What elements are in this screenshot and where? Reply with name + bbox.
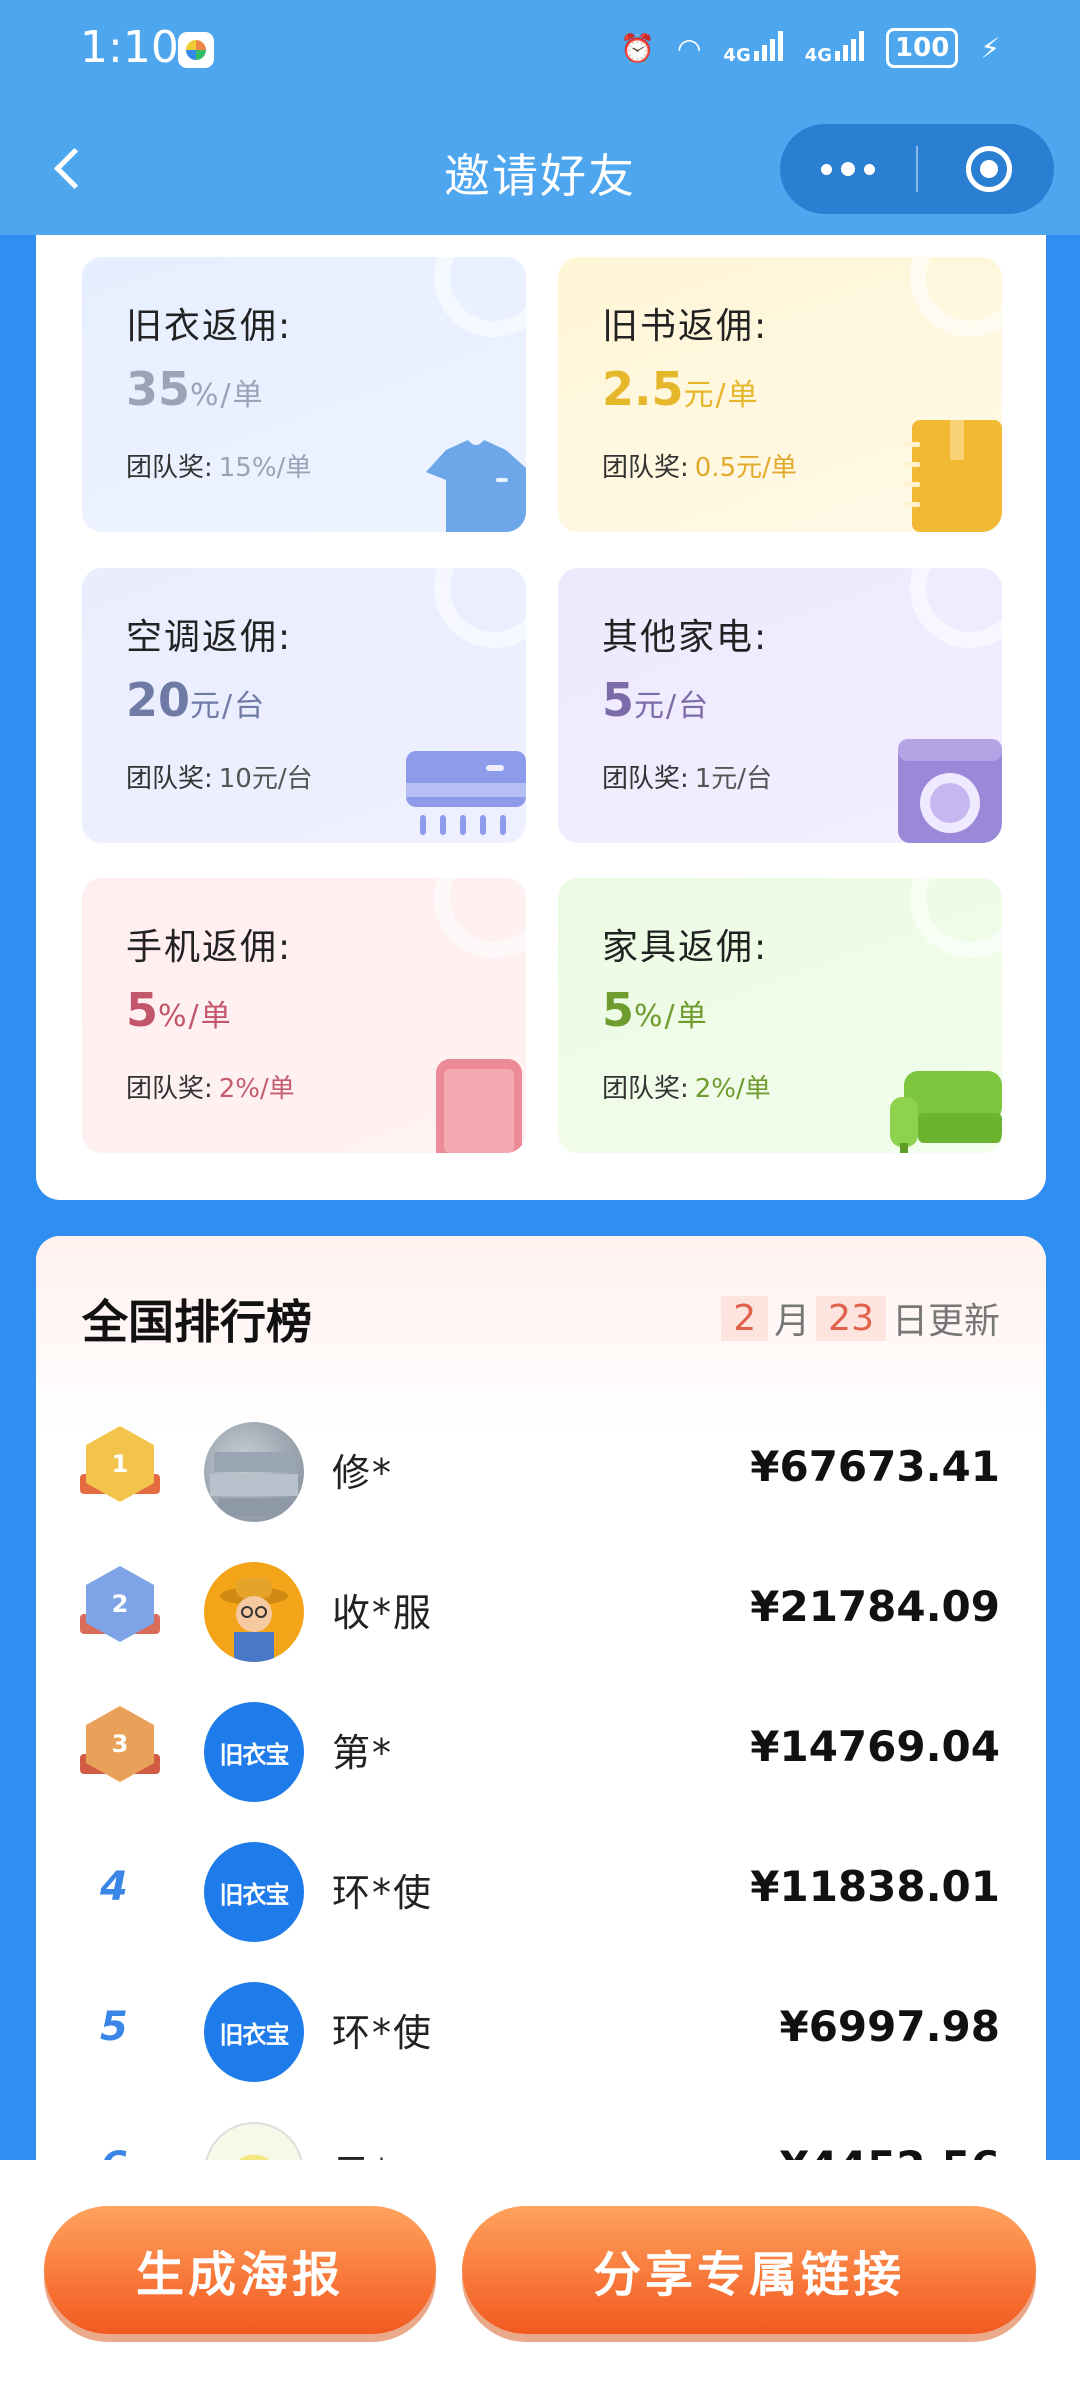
earning-amount: ¥21784.09 [750, 1582, 1000, 1631]
earning-amount: ¥67673.41 [750, 1442, 1000, 1491]
tile-rate: 5%/单 [602, 983, 709, 1037]
tile-label: 旧书返佣: [602, 306, 769, 347]
ranking-row: 4 旧衣宝 环*使 ¥11838.01 [36, 1822, 1046, 1962]
status-icons: ⏰ ◠ 4G 4G 100 ⚡ [620, 28, 1000, 68]
tile-team-bonus: 团队奖: 2%/单 [126, 1074, 295, 1104]
earning-amount: ¥6997.98 [779, 2002, 1000, 2051]
tile-rate: 35%/单 [126, 362, 265, 416]
tile-team-bonus: 团队奖: 15%/单 [126, 453, 312, 483]
charging-icon: ⚡ [980, 31, 1000, 65]
commission-tile-clothes: 旧衣返佣: 35%/单 团队奖: 15%/单 [82, 257, 526, 532]
earning-amount: ¥14769.04 [750, 1722, 1000, 1771]
decor-ring [434, 878, 526, 958]
tshirt-icon [426, 440, 526, 532]
capsule-divider [916, 146, 918, 192]
close-target-icon[interactable] [966, 146, 1012, 192]
tile-team-bonus: 团队奖: 1元/台 [602, 764, 773, 794]
tile-rate: 20元/台 [126, 673, 267, 727]
update-date: 2 月 23 日更新 [715, 1292, 1000, 1344]
tile-label: 手机返佣: [126, 927, 293, 968]
user-name: 收*服 [332, 1591, 434, 1635]
air-conditioner-icon [406, 751, 526, 835]
battery-indicator: 100 [886, 28, 959, 68]
tile-label: 空调返佣: [126, 617, 293, 658]
decor-ring [434, 257, 526, 337]
alarm-icon: ⏰ [620, 31, 655, 65]
commission-tile-furniture: 家具返佣: 5%/单 团队奖: 2%/单 [558, 878, 1002, 1153]
nav-bar: 邀请好友 [0, 110, 1080, 235]
user-name: 环*使 [332, 1871, 434, 1915]
tile-label: 旧衣返佣: [126, 306, 293, 347]
decor-ring [910, 878, 1002, 958]
tile-rate: 5元/台 [602, 673, 711, 727]
rank-number: 4 [100, 1864, 128, 1910]
commission-card: 旧衣返佣: 35%/单 团队奖: 15%/单 旧书返佣: 2.5元/单 团队奖: 0… [36, 235, 1046, 1200]
status-bar: 1:10 ⏰ ◠ 4G 4G 100 ⚡ [0, 0, 1080, 110]
tile-label: 家具返佣: [602, 927, 769, 968]
tile-team-bonus: 团队奖: 10元/台 [126, 764, 313, 794]
earning-amount: ¥11838.01 [750, 1862, 1000, 1911]
tile-team-bonus: 团队奖: 2%/单 [602, 1074, 771, 1104]
tile-team-bonus: 团队奖: 0.5元/单 [602, 453, 797, 483]
sofa-icon [890, 1071, 1002, 1153]
ranking-row: 3 旧衣宝 第* ¥14769.04 [36, 1682, 1046, 1822]
commission-tile-books: 旧书返佣: 2.5元/单 团队奖: 0.5元/单 [558, 257, 1002, 532]
phone-icon [436, 1059, 522, 1153]
generate-poster-button[interactable]: 生成海报 [44, 2206, 436, 2334]
avatar: 旧衣宝 [204, 1982, 304, 2082]
commission-tile-appliances: 其他家电: 5元/台 团队奖: 1元/台 [558, 568, 1002, 843]
bronze-medal-icon: 3 [80, 1706, 160, 1796]
rank-number: 5 [100, 2004, 128, 2050]
wifi-icon: ◠ [676, 31, 702, 65]
ranking-row: 1 修* ¥67673.41 [36, 1402, 1046, 1542]
update-day: 23 [816, 1295, 886, 1341]
silver-medal-icon: 2 [80, 1566, 160, 1656]
user-name: 第* [332, 1731, 394, 1775]
decor-ring [910, 568, 1002, 648]
decor-ring [434, 568, 526, 648]
mini-program-capsule [780, 124, 1054, 214]
avatar [204, 1422, 304, 1522]
user-name: 环*使 [332, 2011, 434, 2055]
washing-machine-icon [898, 739, 1002, 843]
update-month: 2 [721, 1295, 769, 1341]
avatar: 旧衣宝 [204, 1702, 304, 1802]
ranking-card: 全国排行榜 2 月 23 日更新 1 修* ¥67673.41 2 收*服 ¥2… [36, 1236, 1046, 2236]
more-dots-icon[interactable] [780, 124, 916, 214]
decor-ring [910, 257, 1002, 337]
tile-rate: 5%/单 [126, 983, 233, 1037]
commission-tile-phone: 手机返佣: 5%/单 团队奖: 2%/单 [82, 878, 526, 1153]
top-bar: 1:10 ⏰ ◠ 4G 4G 100 ⚡ 邀请好友 [0, 0, 1080, 235]
ranking-row: 2 收*服 ¥21784.09 [36, 1542, 1046, 1682]
user-name: 修* [332, 1451, 394, 1495]
tile-label: 其他家电: [602, 617, 769, 658]
gold-medal-icon: 1 [80, 1426, 160, 1516]
ranking-title: 全国排行榜 [82, 1295, 312, 1349]
signal-2-icon: 4G [805, 29, 865, 68]
signal-1-icon: 4G [723, 29, 783, 68]
status-time: 1:10 [80, 22, 179, 73]
share-link-button[interactable]: 分享专属链接 [462, 2206, 1036, 2334]
app-notification-icon [178, 32, 214, 68]
commission-tile-air-conditioner: 空调返佣: 20元/台 团队奖: 10元/台 [82, 568, 526, 843]
ranking-row: 5 旧衣宝 环*使 ¥6997.98 [36, 1962, 1046, 2102]
bottom-action-bar: 生成海报 分享专属链接 [0, 2160, 1080, 2390]
tile-rate: 2.5元/单 [602, 362, 760, 416]
avatar [204, 1562, 304, 1662]
book-icon [904, 420, 1002, 532]
avatar: 旧衣宝 [204, 1842, 304, 1942]
